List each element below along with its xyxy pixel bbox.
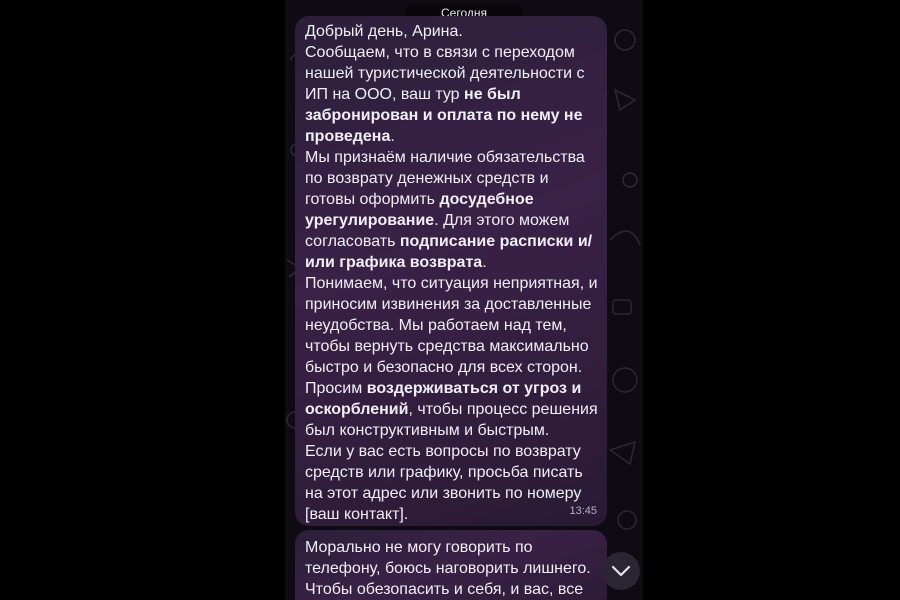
text-run: согласовать: [305, 233, 400, 250]
chat-view[interactable]: Сегодня Добрый день, Арина. Сообщаем, что…: [285, 0, 643, 600]
text-line: или графика возврата.: [305, 252, 597, 273]
text-run: нашей туристической деятельности с: [305, 65, 585, 82]
text-run: Морально не могу говорить по: [305, 539, 533, 556]
text-line: неудобства. Мы работаем над тем,: [305, 315, 597, 336]
text-run: [ваш контакт].: [305, 506, 409, 523]
incoming-message-bubble-2[interactable]: Морально не могу говорить по телефону, бо…: [295, 530, 607, 600]
text-line: средств или графику, просьба писать: [305, 462, 597, 483]
text-line: телефону, боюсь наговорить лишнего.: [305, 558, 597, 579]
text-run: неудобства. Мы работаем над тем,: [305, 317, 567, 334]
message-text-2: Морально не могу говорить по телефону, бо…: [305, 530, 597, 600]
message-text: Добрый день, Арина. Сообщаем, что в связи…: [305, 16, 598, 525]
text-run: Просим: [305, 380, 367, 397]
text-line: готовы оформить досудебное: [305, 189, 597, 210]
text-line: Мы признаём наличие обязательства: [305, 147, 597, 168]
message-time: 13:45: [569, 505, 597, 517]
text-line: Морально не могу говорить по: [305, 537, 597, 558]
text-line: на этот адрес или звонить по номеру: [305, 483, 597, 504]
incoming-message-bubble[interactable]: Добрый день, Арина. Сообщаем, что в связи…: [295, 16, 607, 526]
text-run: . Для этого можем: [434, 212, 570, 229]
scroll-down-button[interactable]: [602, 552, 640, 590]
text-line: [ваш контакт].: [305, 504, 597, 525]
text-line: приносим извинения за доставленные: [305, 294, 597, 315]
text-run: средств или графику, просьба писать: [305, 464, 583, 481]
text-run: на этот адрес или звонить по номеру: [305, 485, 582, 502]
text-line: нашей туристической деятельности с: [305, 63, 597, 84]
right-black-margin: [643, 0, 900, 600]
text-line: согласовать подписание расписки и/: [305, 231, 597, 252]
bold-text: подписание расписки и/: [399, 233, 593, 250]
text-run: Понимаем, что ситуация неприятная, и: [305, 275, 598, 292]
text-run: Чтобы обезопасить и себя, и вас, все: [305, 581, 584, 598]
bold-text: проведена: [305, 128, 391, 145]
text-line: проведена.: [305, 126, 597, 147]
text-line: ИП на ООО, ваш тур не был: [305, 84, 597, 105]
text-run: Добрый день, Арина.: [305, 23, 463, 40]
text-line: был конструктивным и быстрым.: [305, 420, 597, 441]
text-run: Мы признаём наличие обязательства: [305, 149, 585, 166]
bold-text: урегулирование: [305, 212, 435, 229]
bold-text: воздерживаться от угроз и: [366, 380, 582, 397]
text-run: телефону, боюсь наговорить лишнего.: [305, 560, 591, 577]
text-run: по возврату денежных средств и: [305, 170, 549, 187]
text-run: Сообщаем, что в связи с переходом: [305, 44, 575, 61]
bold-text: оскорблений: [305, 401, 409, 418]
text-line: быстро и безопасно для всех сторон.: [305, 357, 597, 378]
text-run: приносим извинения за доставленные: [305, 296, 592, 313]
bold-text: забронирован и оплата по нему не: [305, 107, 583, 124]
text-line: Понимаем, что ситуация неприятная, и: [305, 273, 598, 294]
text-run: Если у вас есть вопросы по возврату: [305, 443, 581, 460]
text-line: чтобы вернуть средства максимально: [305, 336, 597, 357]
text-line: оскорблений, чтобы процесс решения: [305, 399, 598, 420]
bold-text: или графика возврата: [305, 254, 483, 271]
text-run: , чтобы процесс решения: [408, 401, 598, 418]
text-line: урегулирование. Для этого можем: [305, 210, 597, 231]
text-run: .: [390, 128, 395, 145]
text-line: Просим воздерживаться от угроз и: [305, 378, 597, 399]
text-line: по возврату денежных средств и: [305, 168, 597, 189]
chevron-down-icon: [611, 565, 631, 577]
text-run: чтобы вернуть средства максимально: [305, 338, 589, 355]
text-run: был конструктивным и быстрым.: [305, 422, 550, 439]
bold-text: не был: [464, 86, 521, 103]
text-run: готовы оформить: [305, 191, 440, 208]
left-black-margin: [0, 0, 285, 600]
text-run: быстро и безопасно для всех сторон.: [305, 359, 583, 376]
text-line: Добрый день, Арина.: [305, 21, 597, 42]
bold-text: досудебное: [439, 191, 534, 208]
text-line: Сообщаем, что в связи с переходом: [305, 42, 597, 63]
text-line: забронирован и оплата по нему не: [305, 105, 597, 126]
text-run: .: [482, 254, 487, 271]
text-line: Если у вас есть вопросы по возврату: [305, 441, 597, 462]
text-run: ИП на ООО, ваш тур: [305, 86, 465, 103]
text-line: Чтобы обезопасить и себя, и вас, все: [305, 579, 597, 600]
